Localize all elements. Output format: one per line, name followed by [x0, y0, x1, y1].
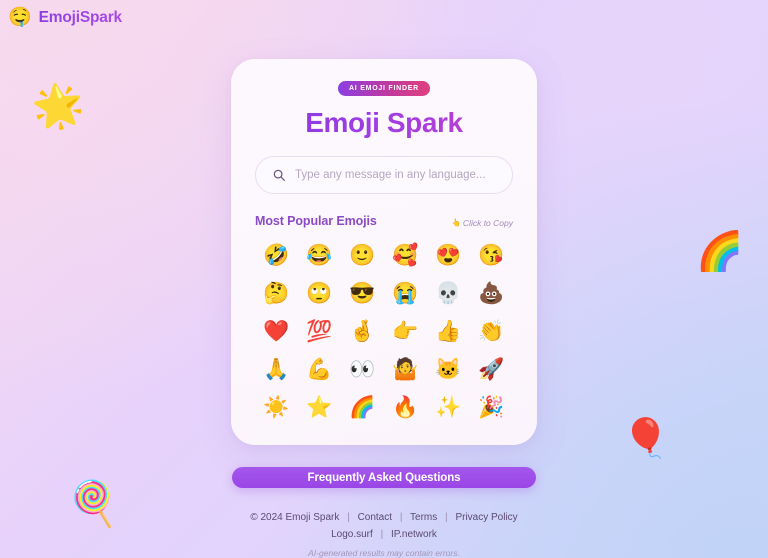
- footer-separator: |: [445, 512, 448, 523]
- emoji-button[interactable]: 🥰: [384, 237, 427, 273]
- emoji-button[interactable]: 🚀: [470, 351, 513, 387]
- emoji-finder-card: AI EMOJI FINDER Emoji Spark Most Popular…: [231, 59, 537, 445]
- emoji-button[interactable]: 💯: [298, 313, 341, 349]
- ai-disclaimer: AI-generated results may contain errors.: [308, 548, 460, 558]
- search-icon: [273, 169, 285, 181]
- footer-link-privacy-policy[interactable]: Privacy Policy: [455, 512, 517, 523]
- emoji-button[interactable]: 🙏: [255, 351, 298, 387]
- search-bar[interactable]: [255, 156, 513, 194]
- emoji-button[interactable]: ❤️: [255, 313, 298, 349]
- emoji-button[interactable]: 🤞: [341, 313, 384, 349]
- emoji-button[interactable]: 👀: [341, 351, 384, 387]
- emoji-button[interactable]: 💩: [470, 275, 513, 311]
- emoji-button[interactable]: 💪: [298, 351, 341, 387]
- page-title: Emoji Spark: [255, 107, 513, 139]
- emoji-button[interactable]: 🤔: [255, 275, 298, 311]
- popular-section-header: Most Popular Emojis 👆 Click to Copy: [255, 214, 513, 228]
- page-container: AI EMOJI FINDER Emoji Spark Most Popular…: [0, 0, 768, 558]
- click-to-copy-hint: 👆 Click to Copy: [452, 218, 513, 228]
- emoji-button[interactable]: 😎: [341, 275, 384, 311]
- emoji-button[interactable]: 🤣: [255, 237, 298, 273]
- emoji-button[interactable]: 🤷: [384, 351, 427, 387]
- emoji-grid: 🤣 😂 🙂 🥰 😍 😘 🤔 🙄 😎 😭 💀 💩 ❤️ 💯 🤞 👉 👍 👏 🙏 💪: [255, 237, 513, 425]
- badge-row: AI EMOJI FINDER: [255, 81, 513, 96]
- emoji-button[interactable]: 👍: [427, 313, 470, 349]
- ai-emoji-finder-badge: AI EMOJI FINDER: [338, 81, 430, 96]
- emoji-button[interactable]: 🌈: [341, 389, 384, 425]
- click-to-copy-label: Click to Copy: [462, 217, 513, 228]
- emoji-button[interactable]: 👉: [384, 313, 427, 349]
- search-input[interactable]: [295, 169, 496, 181]
- footer-links-row-2: Logo.surf | IP.network: [250, 526, 517, 543]
- footer: © 2024 Emoji Spark | Contact | Terms | P…: [250, 509, 517, 558]
- emoji-button[interactable]: 🙂: [341, 237, 384, 273]
- emoji-button[interactable]: 🔥: [384, 389, 427, 425]
- drooling-face-icon: 🤤: [8, 7, 32, 28]
- copyright-text: © 2024 Emoji Spark: [250, 512, 340, 523]
- pointing-up-icon: 👆: [451, 218, 461, 227]
- footer-link-logo-surf[interactable]: Logo.surf: [331, 529, 373, 540]
- emoji-button[interactable]: ⭐: [298, 389, 341, 425]
- brand-logo[interactable]: 🤤 EmojiSpark: [8, 8, 122, 27]
- emoji-button[interactable]: 😘: [470, 237, 513, 273]
- emoji-button[interactable]: 🎉: [470, 389, 513, 425]
- footer-separator: |: [399, 512, 403, 523]
- faq-button[interactable]: Frequently Asked Questions: [232, 467, 536, 488]
- emoji-button[interactable]: 🐱: [427, 351, 470, 387]
- emoji-button[interactable]: ✨: [427, 389, 470, 425]
- footer-link-contact[interactable]: Contact: [358, 512, 392, 523]
- emoji-button[interactable]: 😂: [298, 237, 341, 273]
- emoji-button[interactable]: 😍: [427, 237, 470, 273]
- emoji-button[interactable]: 😭: [384, 275, 427, 311]
- emoji-button[interactable]: 👏: [470, 313, 513, 349]
- emoji-button[interactable]: ☀️: [255, 389, 298, 425]
- footer-link-terms[interactable]: Terms: [410, 512, 437, 523]
- footer-links-row-1: © 2024 Emoji Spark | Contact | Terms | P…: [250, 509, 517, 526]
- footer-separator: |: [380, 529, 384, 540]
- popular-emojis-heading: Most Popular Emojis: [255, 214, 377, 228]
- footer-separator: |: [347, 512, 350, 523]
- emoji-button[interactable]: 🙄: [298, 275, 341, 311]
- emoji-button[interactable]: 💀: [427, 275, 470, 311]
- footer-link-ip-network[interactable]: IP.network: [391, 529, 437, 540]
- brand-name: EmojiSpark: [38, 8, 122, 26]
